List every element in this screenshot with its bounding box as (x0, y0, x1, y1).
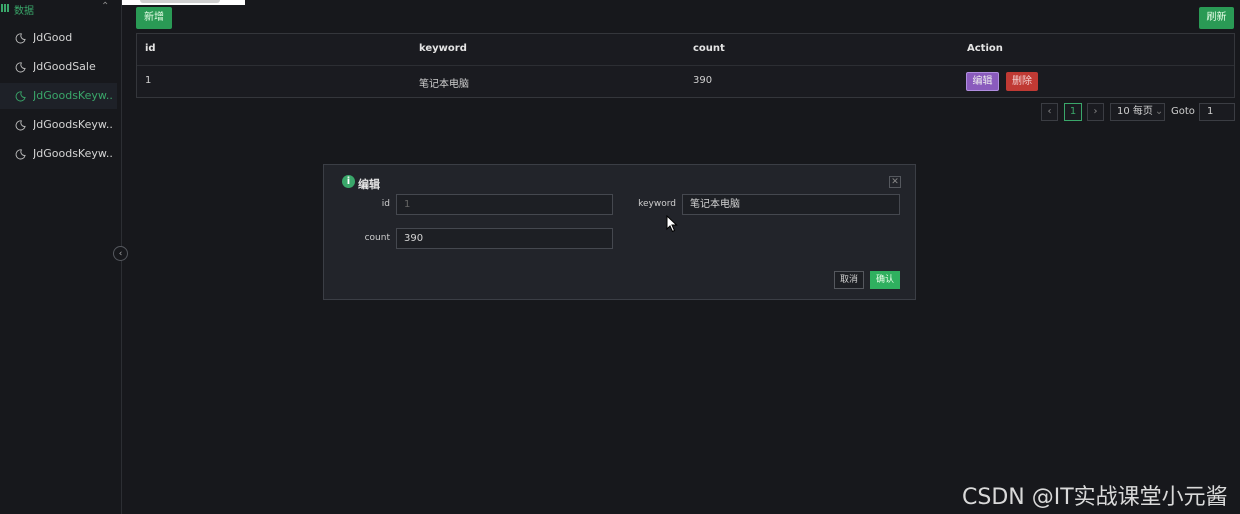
count-field[interactable]: 390 (396, 228, 613, 249)
close-icon[interactable]: ✕ (889, 176, 901, 188)
cancel-button[interactable]: 取消 (834, 271, 864, 289)
keyword-field[interactable]: 笔记本电脑 (682, 194, 900, 215)
sidebar-item-label: JdGoodsKeyw... (33, 147, 113, 160)
column-header-id[interactable]: id (145, 43, 156, 54)
edit-dialog: i 编辑 ✕ id 1 keyword 笔记本电脑 count 390 取消 确… (323, 164, 916, 300)
table-header: id keyword count Action (137, 34, 1234, 66)
page-1-button[interactable]: 1 (1064, 103, 1082, 121)
next-page-button[interactable]: › (1087, 103, 1104, 121)
sidebar-item-label: JdGood (33, 31, 73, 44)
sidebar-group-data[interactable]: 数据 ⌃ (0, 0, 121, 18)
count-label: count (364, 233, 390, 243)
sidebar-item-jdgoodsale[interactable]: JdGoodSale (0, 54, 117, 80)
sidebar-item-jdgood[interactable]: JdGood (0, 25, 117, 51)
id-label: id (381, 199, 390, 209)
cell-keyword: 笔记本电脑 (419, 79, 469, 90)
column-header-count[interactable]: count (693, 43, 725, 54)
mouse-cursor-icon (666, 215, 678, 233)
goto-label: Goto (1171, 106, 1195, 117)
data-table: id keyword count Action 1 笔记本电脑 390 编辑 删… (136, 33, 1235, 98)
chevron-down-icon: ⌄ (1154, 106, 1164, 117)
moon-icon (15, 91, 26, 102)
sidebar-item-label: JdGoodsKeyw... (33, 118, 113, 131)
info-icon: i (342, 175, 355, 188)
dialog-title: 编辑 (358, 178, 380, 191)
page-size-select[interactable]: 10 每页 ⌄ (1110, 103, 1165, 121)
cell-id: 1 (145, 75, 152, 86)
sidebar-item-jdgoodskeyword-3[interactable]: JdGoodsKeyw... (0, 141, 117, 167)
edit-button[interactable]: 编辑 (966, 72, 999, 91)
confirm-button[interactable]: 确认 (870, 271, 900, 289)
database-icon (1, 4, 9, 12)
goto-input[interactable]: 1 (1199, 103, 1235, 121)
sidebar-item-jdgoodskeyword-2[interactable]: JdGoodsKeyw... (0, 112, 117, 138)
moon-icon (15, 33, 26, 44)
sidebar-collapse-button[interactable]: ‹ (113, 246, 128, 261)
delete-button[interactable]: 删除 (1006, 72, 1038, 91)
keyword-label: keyword (638, 199, 676, 209)
browser-tab-pill (140, 0, 220, 3)
watermark-text: CSDN @IT实战课堂小元酱 (962, 485, 1228, 510)
sidebar-group-label: 数据 (14, 6, 34, 17)
moon-icon (15, 149, 26, 160)
sidebar-item-label: JdGoodSale (33, 60, 96, 73)
page-size-value: 10 每页 (1117, 106, 1153, 117)
column-header-action: Action (967, 43, 1003, 54)
chevron-up-icon[interactable]: ⌃ (101, 1, 109, 12)
id-field: 1 (396, 194, 613, 215)
sidebar-item-jdgoodskeyword-active[interactable]: JdGoodsKeyw... (0, 83, 117, 109)
sidebar-item-label: JdGoodsKeyw... (33, 89, 113, 102)
moon-icon (15, 62, 26, 73)
add-button[interactable]: 新增 (136, 7, 172, 29)
chevron-left-icon: ‹ (118, 249, 123, 259)
column-header-keyword[interactable]: keyword (419, 43, 467, 54)
sidebar: 数据 ⌃ JdGood JdGoodSale JdGoodsKeyw... Jd… (0, 0, 122, 514)
prev-page-button[interactable]: ‹ (1041, 103, 1058, 121)
moon-icon (15, 120, 26, 131)
refresh-button[interactable]: 刷新 (1199, 7, 1234, 29)
cell-count: 390 (693, 75, 713, 86)
